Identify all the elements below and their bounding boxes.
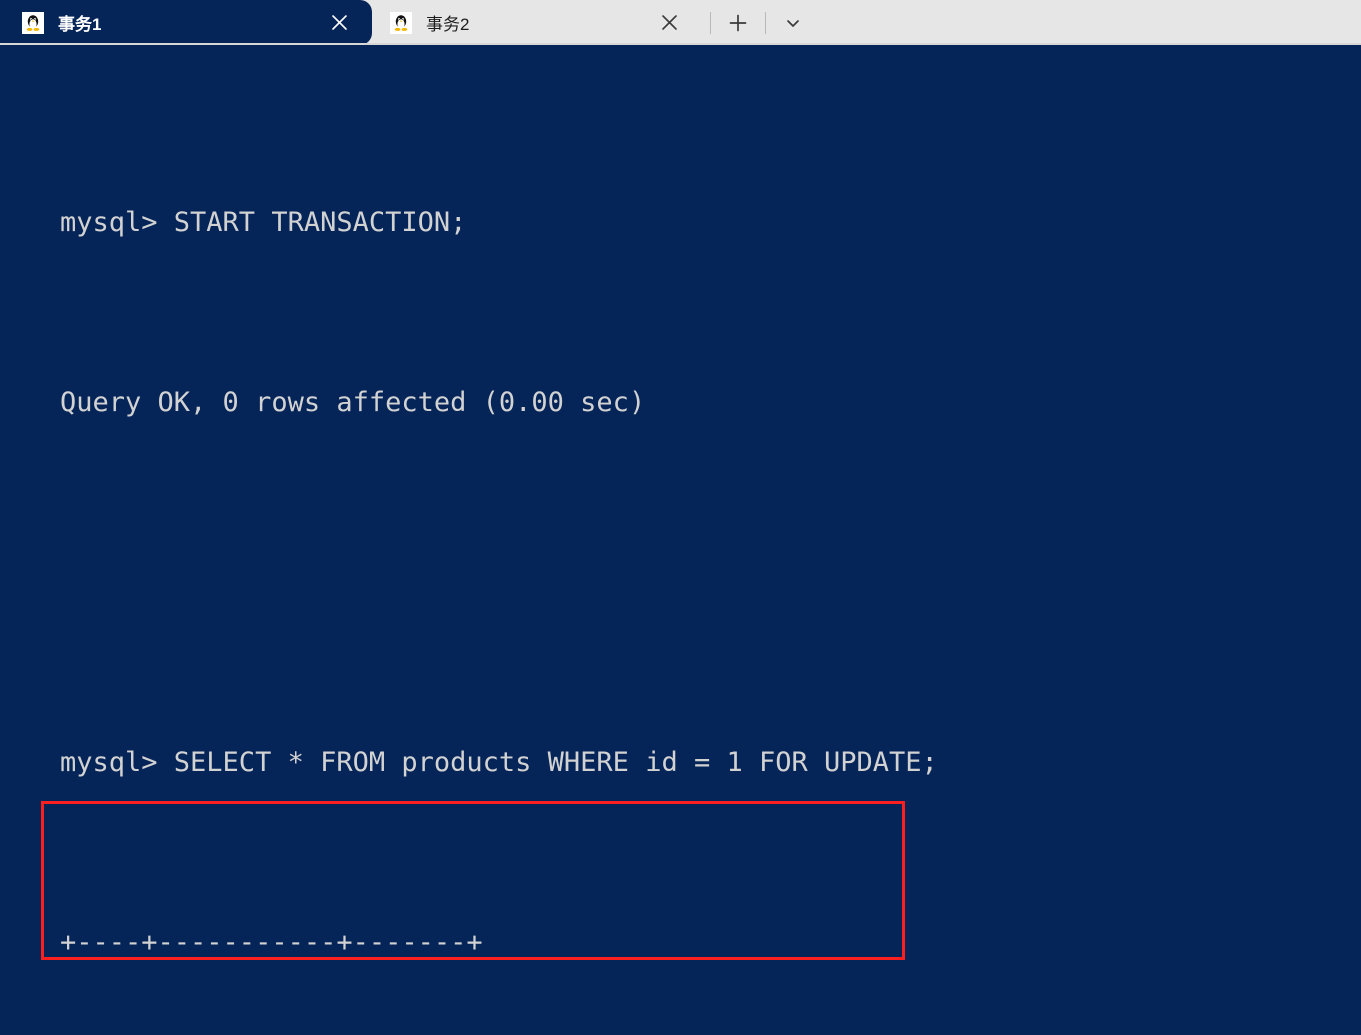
tab-label: 事务2: [426, 15, 470, 34]
tab-bar-controls: [702, 0, 812, 45]
divider: [710, 11, 711, 34]
tab-transaction-2[interactable]: 事务2: [372, 0, 702, 45]
linux-penguin-icon: [22, 11, 44, 34]
new-tab-button[interactable]: [719, 4, 757, 42]
terminal-line: mysql> START TRANSACTION;: [60, 207, 467, 238]
divider: [765, 11, 766, 34]
chevron-down-icon[interactable]: [774, 4, 812, 42]
close-icon[interactable]: [322, 6, 356, 40]
terminal-line: +----+-----------+-------+: [60, 927, 483, 958]
terminal-line: mysql> SELECT * FROM products WHERE id =…: [60, 747, 938, 778]
close-icon[interactable]: [652, 6, 686, 40]
linux-penguin-icon: [390, 11, 412, 34]
tab-label: 事务1: [58, 15, 102, 34]
terminal-output: mysql> START TRANSACTION; Query OK, 0 ro…: [60, 73, 1361, 1035]
terminal-line: Query OK, 0 rows affected (0.00 sec): [60, 387, 646, 418]
tab-transaction-1[interactable]: 事务1: [0, 0, 372, 45]
terminal-window[interactable]: mysql> START TRANSACTION; Query OK, 0 ro…: [0, 45, 1361, 1035]
tab-bar: 事务1 事务2: [0, 0, 1361, 45]
